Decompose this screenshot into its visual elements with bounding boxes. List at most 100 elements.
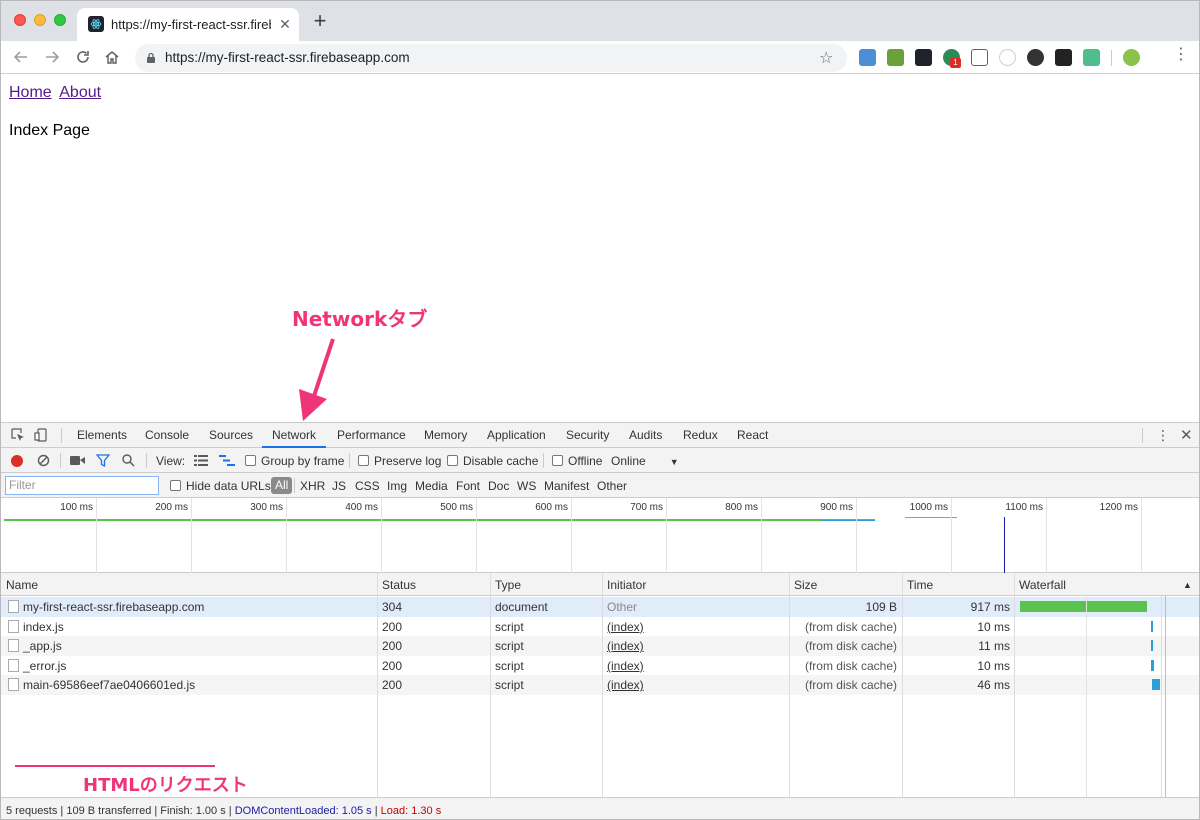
search-icon[interactable] [122, 454, 135, 467]
device-toolbar-icon[interactable] [34, 428, 48, 442]
initiator-link[interactable]: (index) [607, 620, 644, 634]
column-divider[interactable] [902, 573, 903, 797]
extension-icon[interactable] [859, 49, 876, 66]
back-button[interactable] [10, 46, 32, 68]
type-filter-manifest[interactable]: Manifest [544, 479, 589, 493]
table-row[interactable]: main-69586eef7ae0406601ed.js 200 script … [1, 675, 1199, 695]
column-divider[interactable] [602, 573, 603, 797]
type-filter-ws[interactable]: WS [517, 479, 536, 493]
tab-console[interactable]: Console [145, 428, 189, 442]
checkbox-box[interactable] [447, 455, 458, 466]
checkbox-box[interactable] [552, 455, 563, 466]
table-row[interactable]: _error.js 200 script (index) (from disk … [1, 656, 1199, 676]
inspect-element-icon[interactable] [11, 428, 25, 442]
column-divider[interactable] [1014, 573, 1015, 797]
request-time: 46 ms [977, 678, 1010, 693]
throttling-select[interactable]: Online ▼ [611, 454, 679, 468]
extension-icon[interactable] [887, 49, 904, 66]
tab-close-icon[interactable]: ✕ [277, 16, 293, 32]
column-divider[interactable] [377, 573, 378, 797]
tab-redux[interactable]: Redux [683, 428, 718, 442]
tab-elements[interactable]: Elements [77, 428, 127, 442]
column-header-waterfall[interactable]: Waterfall [1019, 578, 1066, 592]
profile-avatar[interactable] [1123, 49, 1140, 66]
initiator-link[interactable]: (index) [607, 639, 644, 653]
group-by-frame-checkbox[interactable]: Group by frame [245, 454, 344, 468]
type-filter-font[interactable]: Font [456, 479, 480, 493]
extension-icon[interactable] [1055, 49, 1072, 66]
close-devtools-icon[interactable]: ✕ [1180, 426, 1193, 444]
tab-sources[interactable]: Sources [209, 428, 253, 442]
disable-cache-checkbox[interactable]: Disable cache [447, 454, 538, 468]
request-type: script [495, 658, 524, 673]
type-filter-img[interactable]: Img [387, 479, 407, 493]
new-tab-button[interactable]: + [310, 10, 330, 32]
browser-tab[interactable]: https://my-first-react-ssr.fireb ✕ [77, 8, 299, 41]
checkbox-box[interactable] [358, 455, 369, 466]
react-devtools-icon[interactable] [915, 49, 932, 66]
checkbox-box[interactable] [245, 455, 256, 466]
checkbox-box[interactable] [170, 480, 181, 491]
reload-button[interactable] [72, 46, 94, 68]
type-filter-other[interactable]: Other [597, 479, 627, 493]
type-filter-xhr[interactable]: XHR [300, 479, 325, 493]
type-filter-all[interactable]: All [271, 477, 293, 494]
screenshot-capture-icon[interactable] [70, 455, 85, 466]
preserve-log-checkbox[interactable]: Preserve log [358, 454, 441, 468]
filter-input[interactable]: Filter [5, 476, 159, 495]
type-filter-doc[interactable]: Doc [488, 479, 509, 493]
close-window-button[interactable] [14, 14, 26, 26]
forward-button[interactable] [41, 46, 63, 68]
tab-security[interactable]: Security [566, 428, 609, 442]
tab-performance[interactable]: Performance [337, 428, 406, 442]
tab-audits[interactable]: Audits [629, 428, 662, 442]
tab-network[interactable]: Network [272, 428, 316, 442]
record-button[interactable] [11, 455, 23, 467]
home-button[interactable] [101, 46, 123, 68]
initiator-link[interactable]: (index) [607, 678, 644, 692]
extension-icon[interactable] [1027, 49, 1044, 66]
tab-memory[interactable]: Memory [424, 428, 467, 442]
browser-menu-icon[interactable]: ⋮ [1173, 47, 1189, 63]
zoom-window-button[interactable] [54, 14, 66, 26]
column-divider[interactable] [490, 573, 491, 797]
waterfall-view-icon[interactable] [219, 455, 235, 466]
extension-icon[interactable] [1083, 49, 1100, 66]
devtools-menu-icon[interactable]: ⋮ [1156, 427, 1170, 444]
column-header-name[interactable]: Name [6, 578, 38, 592]
load-time: Load: 1.30 s [380, 805, 442, 817]
cast-icon[interactable] [971, 49, 988, 66]
column-header-time[interactable]: Time [907, 578, 933, 592]
waterfall-bar-script [1152, 679, 1160, 691]
sort-ascending-icon[interactable]: ▲ [1183, 580, 1192, 590]
address-bar[interactable]: https://my-first-react-ssr.firebaseapp.c… [135, 44, 847, 72]
table-row[interactable]: index.js 200 script (index) (from disk c… [1, 617, 1199, 637]
table-header: Name Status Type Initiator Size Time Wat… [1, 573, 1199, 596]
column-header-size[interactable]: Size [794, 578, 817, 592]
request-name: _error.js [23, 658, 67, 673]
column-header-initiator[interactable]: Initiator [607, 578, 646, 592]
filter-icon[interactable] [96, 454, 110, 467]
extension-icon[interactable] [999, 49, 1016, 66]
table-row[interactable]: _app.js 200 script (index) (from disk ca… [1, 636, 1199, 656]
type-filter-css[interactable]: CSS [355, 479, 380, 493]
type-filter-js[interactable]: JS [332, 479, 346, 493]
large-rows-icon[interactable] [194, 455, 208, 466]
about-link[interactable]: About [59, 84, 101, 101]
hide-data-urls-checkbox[interactable]: Hide data URLs [170, 479, 271, 493]
type-filter-media[interactable]: Media [415, 479, 448, 493]
minimize-window-button[interactable] [34, 14, 46, 26]
timeline-overview[interactable]: 100 ms 200 ms 300 ms 400 ms 500 ms 600 ms 700 … [1, 498, 1199, 573]
column-divider[interactable] [789, 573, 790, 797]
initiator-link[interactable]: (index) [607, 659, 644, 673]
clear-icon[interactable] [37, 454, 50, 467]
bookmark-star-icon[interactable]: ☆ [819, 48, 833, 68]
tab-react[interactable]: React [737, 428, 768, 442]
home-link[interactable]: Home [9, 84, 52, 101]
column-header-status[interactable]: Status [382, 578, 416, 592]
table-row[interactable]: my-first-react-ssr.firebaseapp.com 304 d… [1, 597, 1199, 617]
offline-checkbox[interactable]: Offline [552, 454, 602, 468]
tab-application[interactable]: Application [487, 428, 546, 442]
column-header-type[interactable]: Type [495, 578, 521, 592]
extension-icon[interactable]: 1 [943, 49, 961, 68]
